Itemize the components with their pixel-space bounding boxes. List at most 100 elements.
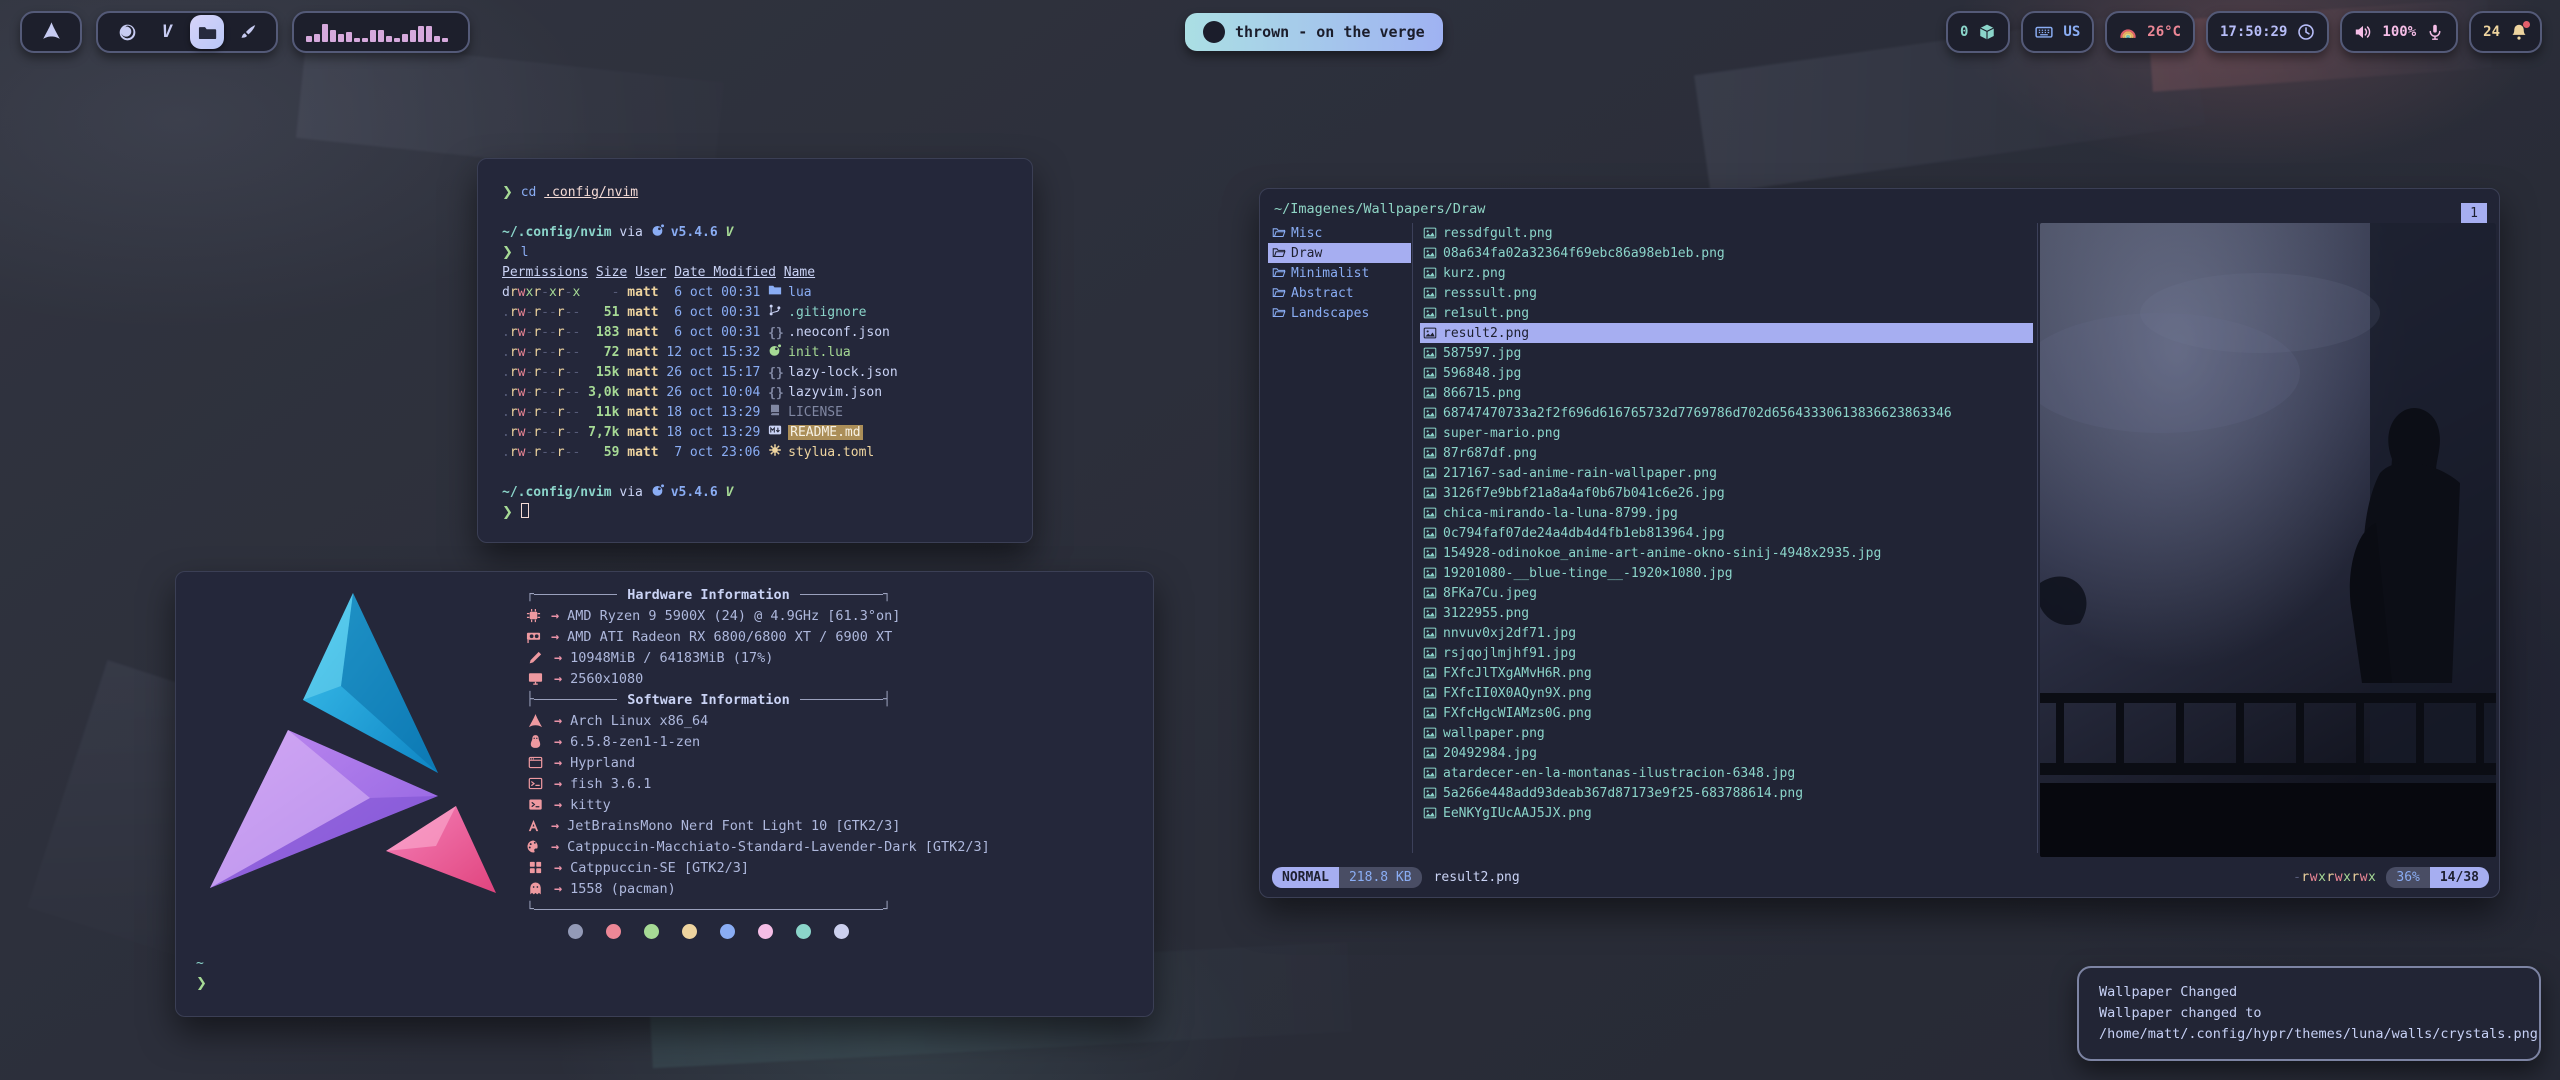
file-row[interactable]: 08a634fa02a32364f69ebc86a98eb1eb.png: [1420, 243, 2033, 263]
fetch-row: →10948MiB / 64183MiB (17%): [526, 647, 891, 668]
file-row[interactable]: chica-mirando-la-luna-8799.jpg: [1420, 503, 2033, 523]
file-row[interactable]: 596848.jpg: [1420, 363, 2033, 383]
module-clock[interactable]: 17:50:29: [2206, 11, 2329, 53]
file-row[interactable]: re1sult.png: [1420, 303, 2033, 323]
sidebar-item-landscapes[interactable]: Landscapes: [1268, 303, 1411, 323]
fetch-row: →Arch Linux x86_64: [526, 710, 891, 731]
module-notifications[interactable]: 24: [2469, 11, 2542, 53]
fetch-row: →fish 3.6.1: [526, 773, 891, 794]
file-row[interactable]: FXfcHgcWIAMzs0G.png: [1420, 703, 2033, 723]
file-row[interactable]: 3122955.png: [1420, 603, 2033, 623]
image-file-icon: [1423, 786, 1437, 800]
sidebar-item-draw[interactable]: Draw: [1268, 243, 1411, 263]
color-dot: [720, 924, 735, 939]
file-row[interactable]: 3126f7e9bbf21a8a4af0b67b041c6e26.jpg: [1420, 483, 2033, 503]
file-row[interactable]: rsjqojlmjhf91.jpg: [1420, 643, 2033, 663]
fetch-row: →AMD Ryzen 9 5900X (24) @ 4.9GHz [61.3°o…: [526, 605, 891, 626]
visualizer-bar: [402, 34, 408, 42]
file-row[interactable]: result2.png: [1420, 323, 2033, 343]
sidebar-item-abstract[interactable]: Abstract: [1268, 283, 1411, 303]
image-file-icon: [1423, 446, 1437, 460]
section-header: └┘: [526, 899, 891, 920]
breadcrumb-path: ~/Imagenes/Wallpapers/Draw: [1274, 201, 1485, 217]
pane-divider: [2037, 223, 2038, 853]
visualizer-bar: [362, 38, 368, 42]
file-row[interactable]: 5a266e448add93deab367d87173e9f25-6837886…: [1420, 783, 2033, 803]
image-file-icon: [1423, 526, 1437, 540]
status-filename: result2.png: [1434, 870, 1520, 885]
workspace-vim-icon[interactable]: V: [150, 15, 184, 49]
file-row[interactable]: atardecer-en-la-montanas-ilustracion-634…: [1420, 763, 2033, 783]
terminal-cursor: [521, 503, 529, 518]
image-file-icon: [1423, 286, 1437, 300]
file-row[interactable]: EeNKYgIUcAAJ5JX.png: [1420, 803, 2033, 823]
folder-open-icon: [1272, 246, 1286, 260]
launcher-pill[interactable]: [20, 11, 82, 53]
terminal-prompt-line: ❯: [502, 503, 1008, 523]
sidebar-item-misc[interactable]: Misc: [1268, 223, 1411, 243]
workspace-brush-icon[interactable]: [230, 15, 264, 49]
file-row[interactable]: 866715.png: [1420, 383, 2033, 403]
color-dot: [644, 924, 659, 939]
file-row[interactable]: resssult.png: [1420, 283, 2033, 303]
file-row[interactable]: wallpaper.png: [1420, 723, 2033, 743]
pacman-icon: [526, 881, 544, 896]
visualizer-bar: [378, 30, 384, 42]
module-volume[interactable]: 100%: [2340, 11, 2458, 53]
file-row[interactable]: 154928-odinokoe_anime-art-anime-okno-sin…: [1420, 543, 2033, 563]
image-file-icon: [1423, 266, 1437, 280]
cursor-position-badge: 14/38: [2430, 867, 2489, 888]
fetch-window: ┌Hardware Information┐→AMD Ryzen 9 5900X…: [175, 571, 1154, 1017]
lua-file-icon: [768, 343, 783, 356]
updates-label: 0: [1960, 24, 1968, 40]
media-player-pill[interactable]: thrown - on the verge: [1185, 13, 1443, 51]
visualizer-bar: [426, 26, 432, 42]
file-row[interactable]: 87r687df.png: [1420, 443, 2033, 463]
file-row[interactable]: 20492984.jpg: [1420, 743, 2033, 763]
folder-open-icon: [1272, 306, 1286, 320]
file-row[interactable]: ressdfgult.png: [1420, 223, 2033, 243]
notification-body: Wallpaper changed to /home/matt/.config/…: [2099, 1003, 2519, 1045]
image-file-icon: [1423, 746, 1437, 760]
rainbow-icon: [2119, 23, 2137, 41]
visualizer-pill: [292, 11, 470, 53]
terminal-color-dots: [526, 924, 891, 939]
notification-popup[interactable]: Wallpaper Changed Wallpaper changed to /…: [2077, 966, 2541, 1061]
sidebar-item-minimalist[interactable]: Minimalist: [1268, 263, 1411, 283]
file-row[interactable]: kurz.png: [1420, 263, 2033, 283]
module-weather[interactable]: 26°C: [2105, 11, 2195, 53]
module-keyboard[interactable]: US: [2021, 11, 2094, 53]
vim-mode-glyph: V: [726, 225, 734, 240]
file-manager-window: ~/Imagenes/Wallpapers/Draw 1 MiscDrawMin…: [1259, 188, 2500, 898]
file-row[interactable]: nnvuv0xj2df71.jpg: [1420, 623, 2033, 643]
visualizer-bar: [386, 36, 392, 42]
grid-icon: [526, 860, 544, 875]
file-row[interactable]: FXfcII0X0AQyn9X.png: [1420, 683, 2033, 703]
terminal-command-line: ❯ cd .config/nvim: [502, 183, 1008, 203]
mode-badge: NORMAL: [1272, 867, 1339, 888]
spotify-icon: [1203, 21, 1225, 43]
file-permissions: -rwxrwxrwx: [2293, 870, 2376, 885]
file-row[interactable]: 19201080-__blue-tinge__-1920×1080.jpg: [1420, 563, 2033, 583]
file-row[interactable]: 68747470733a2f2f696d616765732d7769786d70…: [1420, 403, 2033, 423]
section-header: ├Software Information┤: [526, 689, 891, 710]
workspace-firefox-icon[interactable]: [110, 15, 144, 49]
file-row[interactable]: 587597.jpg: [1420, 343, 2033, 363]
workspace-folder-icon[interactable]: [190, 15, 224, 49]
file-name: lazyvim.json: [788, 385, 882, 400]
file-row[interactable]: super-mario.png: [1420, 423, 2033, 443]
arch-launcher-button[interactable]: [34, 15, 68, 49]
visualizer-bar: [306, 36, 312, 42]
fetch-row: →6.5.8-zen1-1-zen: [526, 731, 891, 752]
display-icon: [526, 671, 544, 686]
image-file-icon: [1423, 546, 1437, 560]
file-row[interactable]: 217167-sad-anime-rain-wallpaper.png: [1420, 463, 2033, 483]
tab-badge[interactable]: 1: [2461, 203, 2487, 224]
file-row[interactable]: 8FKa7Cu.jpeg: [1420, 583, 2033, 603]
clock-label: 17:50:29: [2220, 24, 2287, 40]
file-row[interactable]: FXfcJlTXgAMvH6R.png: [1420, 663, 2033, 683]
visualizer-bar: [442, 38, 448, 42]
module-updates[interactable]: 0: [1946, 11, 2010, 53]
section-header: ┌Hardware Information┐: [526, 584, 891, 605]
file-row[interactable]: 0c794faf07de24a4db4d4fb1eb813964.jpg: [1420, 523, 2033, 543]
